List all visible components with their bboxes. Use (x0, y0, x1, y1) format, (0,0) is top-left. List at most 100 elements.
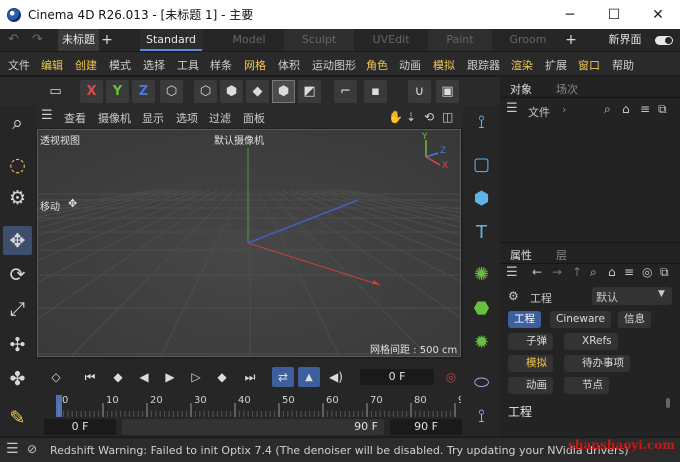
attr-newwindow-icon[interactable]: ⧉ (660, 265, 669, 280)
object-mode-icon[interactable]: ⬢ (272, 80, 295, 103)
axis-tool-icon[interactable]: ✤ (3, 364, 32, 393)
vp-menu-options[interactable]: 选项 (176, 110, 198, 126)
object-filter-icon[interactable]: ≡ (640, 102, 650, 116)
cloner-icon[interactable]: ✺ (467, 260, 496, 289)
vp-menu-view[interactable]: 查看 (64, 110, 86, 126)
chip-bullet[interactable]: 子弹 (508, 333, 553, 350)
prev-key-icon[interactable]: ◆ (108, 367, 128, 387)
tab-layers[interactable]: 层 (556, 247, 567, 263)
lock-x-button[interactable]: X (80, 80, 103, 103)
tab-groom[interactable]: Groom (500, 29, 556, 51)
perspective-viewport[interactable]: 透视视图 默认摄像机 移动 ✥ Y Z X 网格间距 : 500 cm (37, 129, 461, 357)
next-frame-icon[interactable]: ▷ (186, 367, 206, 387)
attr-filter-icon[interactable]: ≡ (624, 265, 634, 279)
object-menu-icon[interactable]: ☰ (506, 101, 518, 116)
menu-help[interactable]: 帮助 (612, 57, 634, 73)
menu-select[interactable]: 选择 (143, 57, 165, 73)
spline-pen-icon[interactable]: ⟟ (467, 108, 496, 137)
next-key-icon[interactable]: ◆ (212, 367, 232, 387)
playhead[interactable] (56, 395, 62, 417)
new-layout-label[interactable]: 新界面 (605, 29, 645, 51)
object-newwindow-icon[interactable]: ⧉ (658, 102, 667, 117)
object-menu-file[interactable]: 文件 (528, 104, 550, 120)
chip-todo[interactable]: 待办事项 (564, 355, 630, 372)
menu-spline[interactable]: 样条 (210, 57, 232, 73)
snap-icon[interactable]: ⌐ (334, 80, 357, 103)
keyframe-icon[interactable]: ◇ (46, 367, 66, 387)
loop-icon[interactable]: ⇄ (272, 367, 294, 387)
redo-icon[interactable]: ↷ (32, 32, 43, 47)
start-frame-field[interactable]: 0 F (44, 419, 116, 435)
rotate-tool-icon[interactable]: ⟳ (3, 260, 32, 289)
model-mode-icon[interactable]: ▭ (44, 80, 67, 103)
tab-model[interactable]: Model (218, 29, 280, 51)
minimize-button[interactable]: ─ (548, 0, 592, 29)
chip-simulation[interactable]: 模拟 (508, 355, 553, 372)
menu-tools[interactable]: 工具 (177, 57, 199, 73)
menu-mode[interactable]: 模式 (109, 57, 131, 73)
object-home-icon[interactable]: ⌂ (622, 102, 630, 116)
add-layout-button[interactable]: + (562, 29, 580, 51)
chip-info[interactable]: 信息 (618, 311, 651, 328)
menu-mesh[interactable]: 网格 (244, 57, 266, 73)
vp-menu-filter[interactable]: 过滤 (209, 110, 231, 126)
chip-cineware[interactable]: Cineware (550, 311, 611, 328)
menu-character[interactable]: 角色 (366, 57, 388, 73)
lock-y-button[interactable]: Y (106, 80, 129, 103)
current-frame-field[interactable]: 0 F (360, 369, 434, 385)
viewport-camera[interactable]: 默认摄像机 (214, 132, 264, 147)
go-to-start-icon[interactable]: ⏮ (80, 367, 100, 387)
tab-attributes[interactable]: 属性 (510, 247, 532, 263)
search-icon[interactable]: ⌕ (3, 108, 32, 137)
preview-end-field[interactable]: 90 F (390, 419, 462, 435)
lock-z-button[interactable]: Z (132, 80, 155, 103)
chip-nodes[interactable]: 节点 (564, 377, 609, 394)
chip-project[interactable]: 工程 (508, 311, 541, 328)
play-icon[interactable]: ▶ (160, 367, 180, 387)
maximize-button[interactable]: ☐ (592, 0, 636, 29)
menu-edit[interactable]: 编辑 (41, 57, 63, 73)
menu-create[interactable]: 创建 (75, 57, 97, 73)
workplane-icon[interactable]: ▪ (364, 80, 387, 103)
menu-animate[interactable]: 动画 (399, 57, 421, 73)
menu-mograph[interactable]: 运动图形 (312, 57, 356, 73)
attr-back-icon[interactable]: ← (532, 265, 542, 279)
document-tab[interactable]: 未标题 (58, 29, 99, 51)
uv-mode-icon[interactable]: ◩ (298, 80, 321, 103)
tab-standard[interactable]: Standard (140, 29, 202, 51)
chip-xrefs[interactable]: XRefs (564, 333, 618, 350)
attr-scrollbar[interactable] (666, 398, 670, 408)
attr-target-icon[interactable]: ◎ (642, 265, 652, 279)
fracture-icon[interactable]: ⬣ (467, 294, 496, 323)
tab-sculpt[interactable]: Sculpt (284, 29, 354, 51)
tool-settings-icon[interactable]: ⚙ (3, 183, 32, 212)
coordinate-system-icon[interactable]: ⬡ (160, 80, 183, 103)
effector-icon[interactable]: ✹ (467, 328, 496, 357)
menu-window[interactable]: 窗口 (578, 57, 600, 73)
tab-paint[interactable]: Paint (428, 29, 492, 51)
undo-icon[interactable]: ↶ (8, 32, 19, 47)
vp-menu-camera[interactable]: 摄像机 (98, 110, 131, 126)
orbit-icon[interactable]: ⟲ (424, 110, 434, 124)
record-icon[interactable]: ◎ (440, 367, 462, 387)
deformer-icon[interactable]: ⬭ (467, 368, 496, 397)
tab-objects[interactable]: 对象 (510, 81, 532, 97)
menu-render[interactable]: 渲染 (511, 57, 533, 73)
sound-icon[interactable]: ◀) (326, 367, 346, 387)
points-mode-icon[interactable]: ⬡ (194, 80, 217, 103)
tab-uvedit[interactable]: UVEdit (358, 29, 424, 51)
attr-menu-icon[interactable]: ☰ (506, 265, 518, 280)
status-menu-icon[interactable]: ☰ (6, 441, 19, 457)
range-end-field[interactable]: 90 F (122, 419, 384, 435)
attr-forward-icon[interactable]: → (552, 265, 562, 279)
close-button[interactable]: ✕ (636, 0, 680, 29)
polygons-mode-icon[interactable]: ◆ (246, 80, 269, 103)
dolly-icon[interactable]: ⇣ (406, 110, 416, 124)
add-document-button[interactable]: + (97, 29, 117, 51)
autokey-icon[interactable]: ▲ (298, 367, 320, 387)
attr-mode-dropdown[interactable]: 默认 ▼ (592, 287, 672, 305)
menu-simulate[interactable]: 模拟 (433, 57, 455, 73)
move-tool-icon[interactable]: ✥ (3, 226, 32, 255)
menu-tracker[interactable]: 跟踪器 (467, 57, 500, 73)
edges-mode-icon[interactable]: ⬢ (220, 80, 243, 103)
